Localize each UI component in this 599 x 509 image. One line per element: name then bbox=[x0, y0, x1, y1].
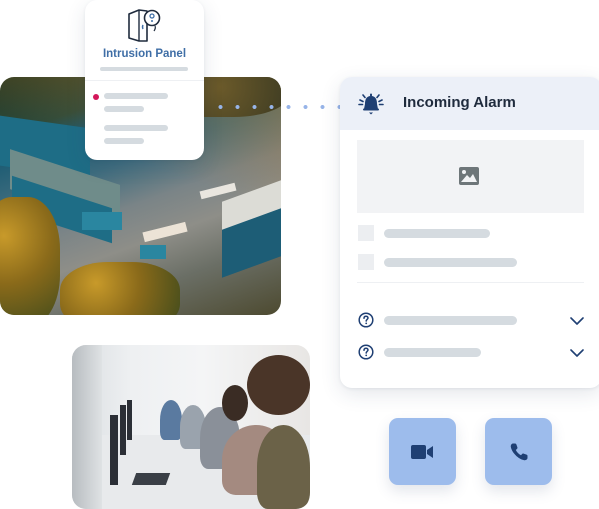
placeholder-line bbox=[104, 93, 168, 99]
placeholder-line bbox=[384, 229, 490, 238]
help-circle-icon bbox=[358, 344, 374, 360]
video-camera-icon bbox=[410, 444, 433, 459]
connector-dotted-line bbox=[212, 105, 340, 109]
placeholder-line bbox=[384, 348, 481, 357]
intrusion-panel-title: Intrusion Panel bbox=[102, 48, 187, 60]
intrusion-panel-card[interactable]: Intrusion Panel bbox=[85, 0, 204, 160]
divider bbox=[357, 282, 584, 283]
checkbox-placeholder bbox=[358, 225, 374, 241]
alarm-header: Incoming Alarm bbox=[340, 77, 599, 130]
call-center-operators-photo bbox=[72, 345, 310, 509]
bell-alarm-icon bbox=[358, 93, 384, 115]
door-sensor-icon bbox=[128, 9, 161, 42]
image-icon bbox=[459, 167, 479, 185]
placeholder-line bbox=[104, 138, 144, 144]
placeholder-line bbox=[104, 106, 144, 112]
checkbox-placeholder bbox=[358, 254, 374, 270]
placeholder-line bbox=[100, 67, 188, 71]
chevron-down-icon[interactable] bbox=[570, 348, 584, 358]
status-dot bbox=[93, 94, 99, 100]
help-circle-icon bbox=[358, 312, 374, 328]
phone-call-button[interactable] bbox=[485, 418, 552, 485]
divider bbox=[85, 80, 204, 81]
placeholder-line bbox=[104, 125, 168, 131]
placeholder-line bbox=[384, 258, 517, 267]
alarm-image-placeholder[interactable] bbox=[357, 140, 584, 213]
incoming-alarm-card[interactable]: Incoming Alarm bbox=[340, 77, 599, 388]
phone-icon bbox=[510, 443, 527, 460]
alarm-title: Incoming Alarm bbox=[403, 94, 516, 111]
chevron-down-icon[interactable] bbox=[570, 316, 584, 326]
video-call-button[interactable] bbox=[389, 418, 456, 485]
placeholder-line bbox=[384, 316, 517, 325]
